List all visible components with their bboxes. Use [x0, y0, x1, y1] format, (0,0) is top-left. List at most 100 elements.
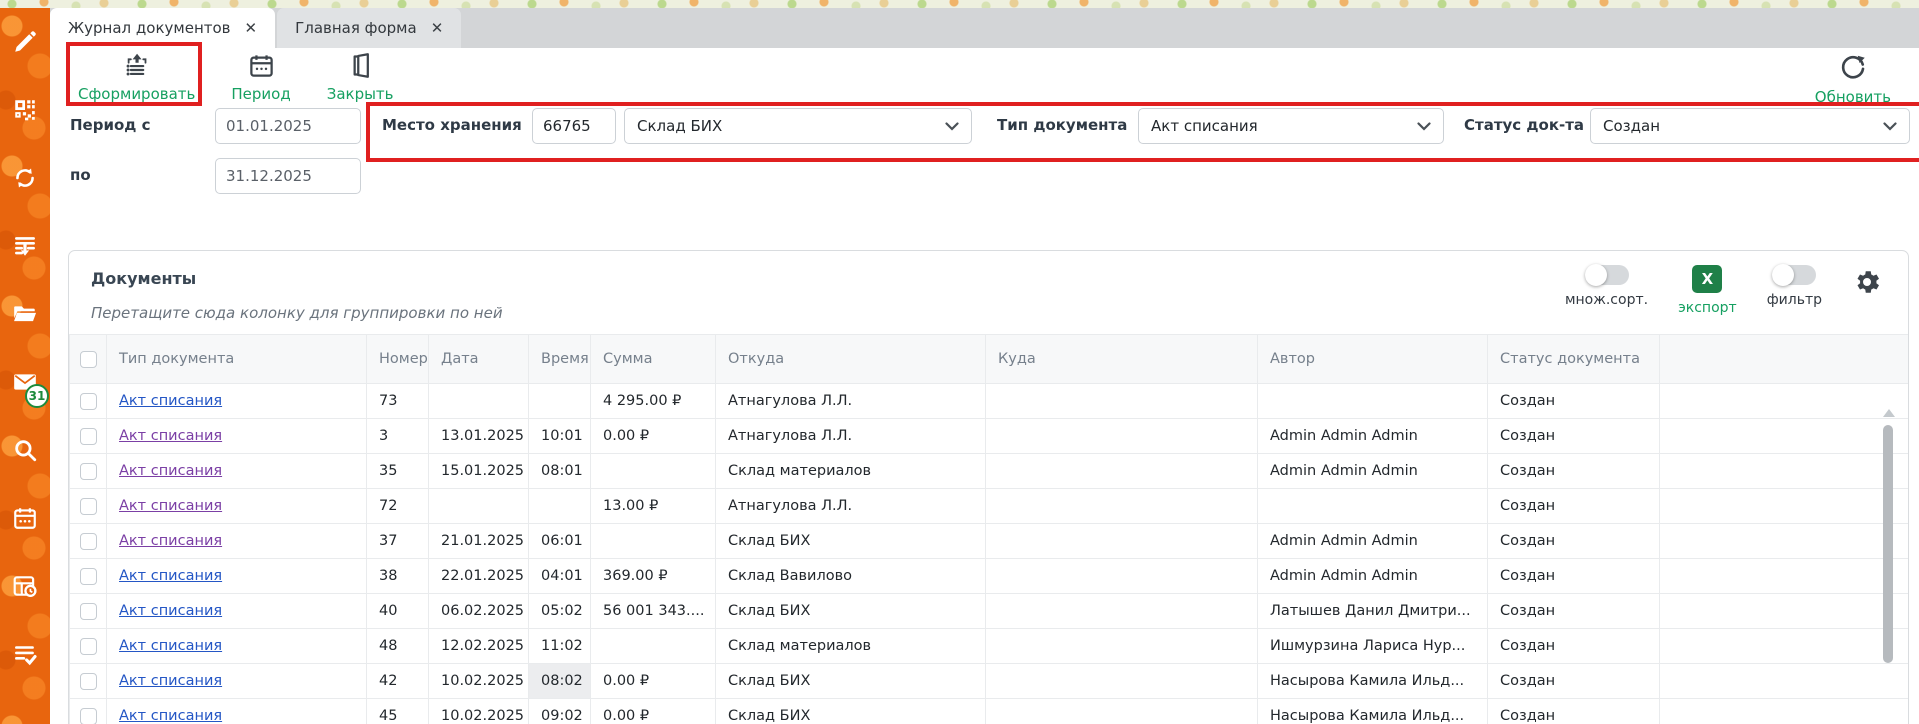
status-cell: Создан — [1488, 419, 1660, 453]
sum-cell — [591, 524, 716, 558]
tab-close-icon[interactable]: ✕ — [245, 19, 258, 37]
header-doc-type[interactable]: Тип документа — [107, 335, 367, 383]
doc-type-label: Тип документа — [997, 116, 1127, 134]
tab-main-form[interactable]: Главная форма ✕ — [277, 8, 461, 48]
status-cell: Создан — [1488, 594, 1660, 628]
period-button[interactable]: Период — [231, 52, 290, 103]
doc-type-link[interactable]: Акт списания — [119, 568, 222, 584]
row-checkbox[interactable] — [80, 638, 97, 655]
row-checkbox-cell — [69, 699, 107, 724]
generate-button[interactable]: Сформировать — [78, 52, 195, 103]
row-checkbox[interactable] — [80, 428, 97, 445]
doc-type-link[interactable]: Акт списания — [119, 393, 222, 409]
table-row[interactable]: Акт списания 3 13.01.2025 10:01 0.00 ₽ А… — [69, 419, 1908, 454]
tab-label: Журнал документов — [68, 19, 231, 37]
filter-toggle[interactable]: фильтр — [1767, 265, 1822, 308]
tab-close-icon[interactable]: ✕ — [431, 19, 444, 37]
doc-type-link[interactable]: Акт списания — [119, 603, 222, 619]
table-row[interactable]: Акт списания 73 4 295.00 ₽ Атнагулова Л.… — [69, 384, 1908, 419]
time-cell: 09:02 — [529, 699, 591, 724]
search-icon[interactable] — [0, 416, 50, 484]
from-cell: Склад БИХ — [716, 594, 986, 628]
sum-cell — [591, 629, 716, 663]
scroll-up-icon[interactable] — [1883, 409, 1895, 417]
from-cell: Атнагулова Л.Л. — [716, 489, 986, 523]
folder-open-icon[interactable] — [0, 280, 50, 348]
tab-document-journal[interactable]: Журнал документов ✕ — [50, 8, 275, 48]
table-row[interactable]: Акт списания 45 10.02.2025 09:02 0.00 ₽ … — [69, 699, 1908, 724]
date-cell: 13.01.2025 — [429, 419, 529, 453]
table-row[interactable]: Акт списания 48 12.02.2025 11:02 Склад м… — [69, 629, 1908, 664]
doc-type-link[interactable]: Акт списания — [119, 498, 222, 514]
vertical-scrollbar[interactable] — [1882, 409, 1894, 724]
row-checkbox[interactable] — [80, 568, 97, 585]
table-row[interactable]: Акт списания 40 06.02.2025 05:02 56 001 … — [69, 594, 1908, 629]
qr-code-icon[interactable] — [0, 76, 50, 144]
schedule-table-icon[interactable] — [0, 552, 50, 620]
doc-type-link[interactable]: Акт списания — [119, 673, 222, 689]
table-row[interactable]: Акт списания 38 22.01.2025 04:01 369.00 … — [69, 559, 1908, 594]
header-number[interactable]: Номер — [367, 335, 429, 383]
row-checkbox[interactable] — [80, 603, 97, 620]
table-row[interactable]: Акт списания 37 21.01.2025 06:01 Склад Б… — [69, 524, 1908, 559]
doc-status-select[interactable]: Создан — [1590, 108, 1910, 144]
doc-type-select[interactable]: Акт списания — [1138, 108, 1444, 144]
from-cell: Склад БИХ — [716, 524, 986, 558]
from-cell: Атнагулова Л.Л. — [716, 419, 986, 453]
pencil-icon[interactable] — [0, 8, 50, 76]
header-date[interactable]: Дата — [429, 335, 529, 383]
row-checkbox[interactable] — [80, 393, 97, 410]
time-cell: 10:01 — [529, 419, 591, 453]
chevron-down-icon — [945, 122, 959, 131]
row-checkbox[interactable] — [80, 708, 97, 724]
calendar-icon[interactable] — [0, 484, 50, 552]
period-from-input[interactable] — [215, 108, 361, 144]
storage-select[interactable]: Склад БИХ — [624, 108, 972, 144]
sync-icon[interactable] — [0, 144, 50, 212]
header-doc-status[interactable]: Статус документа — [1488, 335, 1660, 383]
doc-type-link[interactable]: Акт списания — [119, 638, 222, 654]
doc-type-cell: Акт списания — [107, 489, 367, 523]
select-all-checkbox[interactable] — [80, 351, 97, 368]
header-time[interactable]: Время — [529, 335, 591, 383]
period-to-input[interactable] — [215, 158, 361, 194]
sum-cell: 13.00 ₽ — [591, 489, 716, 523]
row-checkbox[interactable] — [80, 463, 97, 480]
row-checkbox-cell — [69, 664, 107, 698]
doc-type-link[interactable]: Акт списания — [119, 463, 222, 479]
row-checkbox[interactable] — [80, 498, 97, 515]
paste-list-icon[interactable] — [0, 212, 50, 280]
header-checkbox-cell[interactable] — [69, 335, 107, 383]
row-checkbox[interactable] — [80, 533, 97, 550]
row-checkbox[interactable] — [80, 673, 97, 690]
doc-type-link[interactable]: Акт списания — [119, 428, 222, 444]
scrollbar-thumb[interactable] — [1883, 425, 1893, 663]
header-sum[interactable]: Сумма — [591, 335, 716, 383]
settings-button[interactable] — [1852, 265, 1882, 301]
header-from[interactable]: Откуда — [716, 335, 986, 383]
header-author[interactable]: Автор — [1258, 335, 1488, 383]
chevron-down-icon — [1417, 122, 1431, 131]
table-row[interactable]: Акт списания 42 10.02.2025 08:02 0.00 ₽ … — [69, 664, 1908, 699]
table-row[interactable]: Акт списания 72 13.00 ₽ Атнагулова Л.Л. … — [69, 489, 1908, 524]
app-window: 31 Журнал документов ✕ Главная форма ✕ — [0, 0, 1919, 724]
doc-type-link[interactable]: Акт списания — [119, 533, 222, 549]
storage-code-input[interactable] — [532, 108, 616, 144]
row-checkbox-cell — [69, 489, 107, 523]
header-to[interactable]: Куда — [986, 335, 1258, 383]
number-cell: 42 — [367, 664, 429, 698]
refresh-button[interactable]: Обновить — [1815, 52, 1891, 106]
export-button[interactable]: X экспорт — [1678, 265, 1737, 316]
generate-button-label: Сформировать — [78, 85, 195, 103]
doc-type-select-value: Акт списания — [1151, 117, 1258, 135]
table-row[interactable]: Акт списания 35 15.01.2025 08:01 Склад м… — [69, 454, 1908, 489]
doc-type-link[interactable]: Акт списания — [119, 708, 222, 724]
number-cell: 48 — [367, 629, 429, 663]
mail-icon[interactable]: 31 — [0, 348, 50, 416]
close-button[interactable]: Закрыть — [327, 52, 394, 103]
table-header-row: Тип документа Номер Дата Время Сумма Отк… — [69, 334, 1908, 384]
task-list-icon[interactable] — [0, 620, 50, 688]
main-area: Журнал документов ✕ Главная форма ✕ Сфор… — [50, 8, 1919, 724]
multisort-toggle[interactable]: множ.сорт. — [1565, 265, 1648, 308]
doc-type-cell: Акт списания — [107, 699, 367, 724]
